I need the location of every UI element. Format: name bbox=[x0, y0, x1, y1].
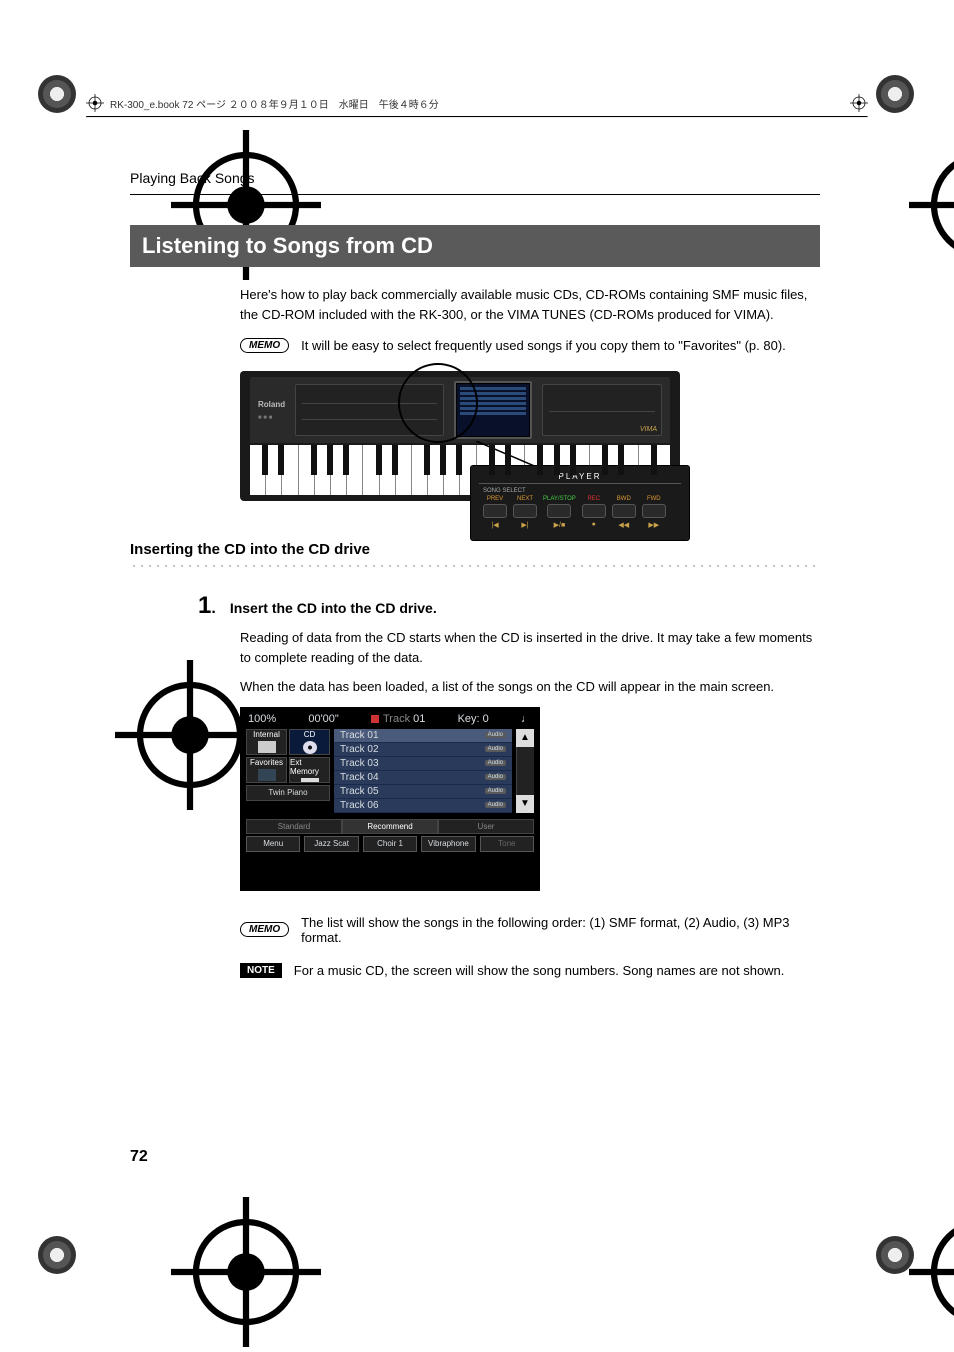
running-head-rule bbox=[130, 194, 820, 195]
list-item: Track 03Audio bbox=[334, 757, 512, 771]
song-select-label: SONG SELECT bbox=[483, 488, 681, 494]
tile-cd: CD bbox=[289, 729, 330, 755]
registration-mark-left bbox=[40, 660, 64, 684]
tile-twin-piano: Twin Piano bbox=[246, 785, 330, 801]
vima-logo: VIMA bbox=[640, 426, 657, 433]
screen-track-list: Track 01Audio Track 02Audio Track 03Audi… bbox=[334, 729, 512, 813]
step-title: Insert the CD into the CD drive. bbox=[230, 600, 437, 616]
player-btn-rec: REC● bbox=[582, 496, 606, 529]
btn-jazz-scat: Jazz Scat bbox=[304, 836, 358, 852]
scroll-down-icon: ▼ bbox=[516, 795, 534, 813]
memo-badge: MEMO bbox=[240, 922, 289, 937]
list-item: Track 04Audio bbox=[334, 771, 512, 785]
note-badge: NOTE bbox=[240, 963, 282, 978]
step-body-2: When the data has been loaded, a list of… bbox=[240, 677, 820, 697]
memo-text-2: The list will show the songs in the foll… bbox=[301, 915, 820, 945]
framemaker-text: RK-300_e.book 72 ページ ２００８年９月１０日 水曜日 午後４時… bbox=[110, 96, 439, 111]
step-number: 1. bbox=[198, 592, 216, 620]
keyboard-brand: Roland bbox=[258, 400, 285, 409]
btn-choir: Choir 1 bbox=[363, 836, 417, 852]
screen-source-tiles: Internal CD Favorites Ext Memory Twin Pi… bbox=[246, 729, 330, 813]
running-head: Playing Back Songs bbox=[130, 170, 820, 186]
tab-recommend: Recommend bbox=[342, 819, 438, 834]
note-text: For a music CD, the screen will show the… bbox=[294, 963, 785, 978]
screen-scrollbar: ▲ ▼ bbox=[516, 729, 534, 813]
screen-volume: 100% bbox=[248, 713, 276, 725]
framemaker-header: RK-300_e.book 72 ページ ２００８年９月１０日 水曜日 午後４時… bbox=[86, 90, 868, 116]
subheading: Inserting the CD into the CD drive bbox=[130, 541, 820, 558]
registration-mark-tr bbox=[834, 130, 858, 154]
header-rule bbox=[86, 116, 868, 118]
player-buttons: PREV|◀ NEXT▶| PLAY/STOP▶/■ REC● BWD◀◀ FW… bbox=[483, 496, 681, 529]
player-btn-playstop: PLAY/STOP▶/■ bbox=[543, 496, 576, 529]
player-btn-prev: PREV|◀ bbox=[483, 496, 507, 529]
screen-bottom-buttons: Menu Jazz Scat Choir 1 Vibraphone Tone bbox=[240, 836, 540, 858]
step-body-1: Reading of data from the CD starts when … bbox=[240, 628, 820, 667]
crop-corner-bl bbox=[38, 1236, 78, 1276]
intro-paragraph: Here's how to play back commercially ava… bbox=[240, 285, 820, 324]
note-icon bbox=[371, 715, 379, 723]
registration-mark-tl bbox=[96, 130, 120, 154]
btn-vibraphone: Vibraphone bbox=[421, 836, 475, 852]
registration-mark-icon bbox=[850, 94, 868, 112]
screen-time: 00'00" bbox=[308, 713, 338, 725]
memo-badge: MEMO bbox=[240, 338, 289, 353]
dotted-rule bbox=[130, 564, 820, 568]
player-btn-next: NEXT▶| bbox=[513, 496, 537, 529]
list-item: Track 05Audio bbox=[334, 785, 512, 799]
btn-tone: Tone bbox=[480, 836, 534, 852]
step-1: 1. Insert the CD into the CD drive. bbox=[198, 592, 820, 620]
main-screen: 100% 00'00" Track 01 Key: 0 ♩ Internal C… bbox=[240, 707, 540, 891]
tile-internal: Internal bbox=[246, 729, 287, 755]
player-btn-bwd: BWD◀◀ bbox=[612, 496, 636, 529]
scroll-up-icon: ▲ bbox=[516, 729, 534, 747]
figure-screen: 100% 00'00" Track 01 Key: 0 ♩ Internal C… bbox=[240, 707, 820, 891]
screen-tabs: Standard Recommend User bbox=[246, 819, 534, 834]
list-item: Track 06Audio bbox=[334, 799, 512, 813]
screen-callout-ring bbox=[398, 363, 478, 443]
keyboard-illustration: Roland ■ ■ ■ VIMA bbox=[240, 371, 680, 501]
tile-ext-memory: Ext Memory bbox=[289, 757, 330, 783]
player-btn-fwd: FWD▶▶ bbox=[642, 496, 666, 529]
crop-corner-tl bbox=[38, 75, 78, 115]
crop-corner-tr bbox=[876, 75, 916, 115]
tile-favorites: Favorites bbox=[246, 757, 287, 783]
figure-keyboard: Roland ■ ■ ■ VIMA bbox=[240, 371, 820, 501]
screen-key: Key: 0 bbox=[458, 713, 489, 725]
memo-row-2: MEMO The list will show the songs in the… bbox=[240, 915, 820, 945]
note-row: NOTE For a music CD, the screen will sho… bbox=[240, 963, 820, 978]
registration-mark-br bbox=[834, 1197, 858, 1221]
btn-menu: Menu bbox=[246, 836, 300, 852]
memo-text-1: It will be easy to select frequently use… bbox=[301, 338, 786, 353]
list-item: Track 01Audio bbox=[334, 729, 512, 743]
player-panel-callout: PLAYER SONG SELECT PREV|◀ NEXT▶| PLAY/ST… bbox=[470, 465, 690, 541]
registration-mark-right bbox=[890, 660, 914, 684]
screen-current-track: Track 01 bbox=[371, 713, 425, 725]
page-number: 72 bbox=[130, 1148, 148, 1166]
tempo-icon: ♩ bbox=[521, 713, 532, 725]
tab-user: User bbox=[438, 819, 534, 834]
registration-mark-bl bbox=[96, 1197, 120, 1221]
registration-mark-icon bbox=[86, 94, 104, 112]
list-item: Track 02Audio bbox=[334, 743, 512, 757]
memo-row-1: MEMO It will be easy to select frequentl… bbox=[240, 338, 820, 353]
tab-standard: Standard bbox=[246, 819, 342, 834]
section-title: Listening to Songs from CD bbox=[130, 225, 820, 267]
keyboard-right-panel: VIMA bbox=[542, 384, 662, 436]
